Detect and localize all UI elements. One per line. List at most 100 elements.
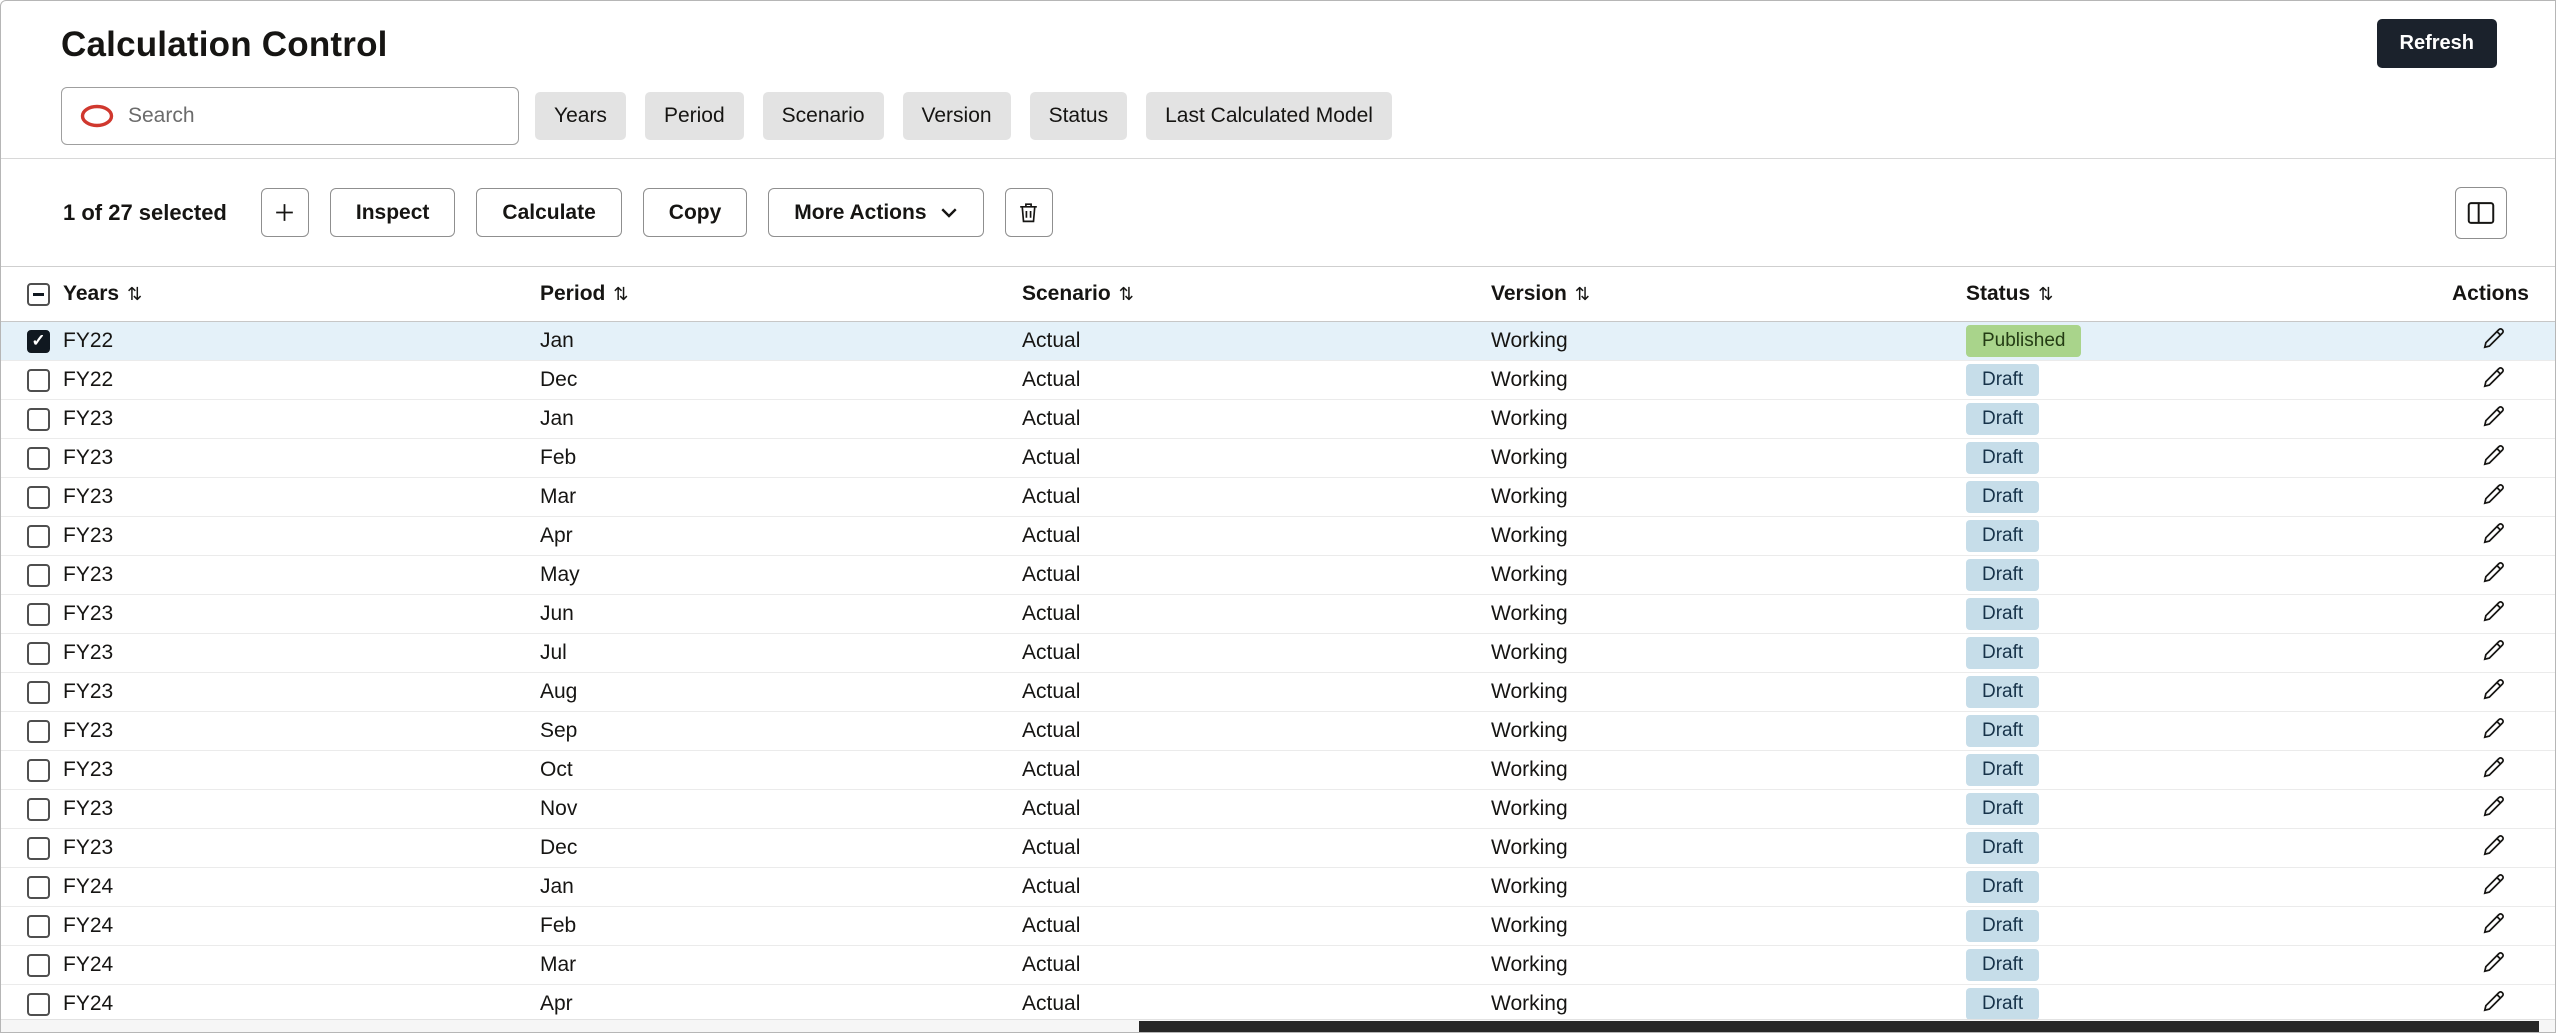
- split-panel-icon: [2467, 201, 2495, 225]
- search-box[interactable]: [61, 87, 519, 145]
- edit-pencil-icon[interactable]: [2481, 832, 2507, 858]
- row-checkbox[interactable]: [27, 407, 50, 431]
- filter-chip-version[interactable]: Version: [902, 92, 1011, 140]
- horizontal-scrollbar[interactable]: [1, 1019, 2555, 1032]
- filter-chip-status[interactable]: Status: [1029, 92, 1128, 140]
- table-row[interactable]: FY23 Jan Actual Working Draft: [1, 400, 2555, 439]
- table-row[interactable]: FY23 Jun Actual Working Draft: [1, 595, 2555, 634]
- cell-period: Jan: [540, 875, 574, 898]
- table-row[interactable]: FY23 Aug Actual Working Draft: [1, 673, 2555, 712]
- cell-version: Working: [1491, 758, 1568, 781]
- edit-pencil-icon[interactable]: [2481, 520, 2507, 546]
- status-badge: Draft: [1966, 442, 2040, 474]
- column-header-status: Status: [1966, 282, 2031, 305]
- page-header: Calculation Control Refresh Years Period…: [1, 1, 2555, 159]
- edit-pencil-icon[interactable]: [2481, 403, 2507, 429]
- filter-chip-years[interactable]: Years: [535, 92, 626, 140]
- edit-pencil-icon[interactable]: [2481, 364, 2507, 390]
- row-checkbox[interactable]: [27, 641, 50, 665]
- table-row[interactable]: FY24 Feb Actual Working Draft: [1, 907, 2555, 946]
- row-checkbox[interactable]: [27, 758, 50, 782]
- table-row[interactable]: FY23 Nov Actual Working Draft: [1, 790, 2555, 829]
- table-row[interactable]: FY23 Feb Actual Working Draft: [1, 439, 2555, 478]
- add-button[interactable]: [260, 188, 309, 237]
- table-row[interactable]: FY24 Mar Actual Working Draft: [1, 946, 2555, 985]
- status-badge: Draft: [1966, 832, 2040, 864]
- row-checkbox[interactable]: [27, 329, 50, 353]
- edit-pencil-icon[interactable]: [2481, 598, 2507, 624]
- table-row[interactable]: FY23 Apr Actual Working Draft: [1, 517, 2555, 556]
- table-row[interactable]: FY24 Jan Actual Working Draft: [1, 868, 2555, 907]
- edit-pencil-icon[interactable]: [2481, 559, 2507, 585]
- edit-pencil-icon[interactable]: [2481, 715, 2507, 741]
- edit-pencil-icon[interactable]: [2481, 637, 2507, 663]
- table-row[interactable]: FY23 Oct Actual Working Draft: [1, 751, 2555, 790]
- sort-icon-years[interactable]: ⇅: [127, 284, 142, 305]
- row-checkbox[interactable]: [27, 719, 50, 743]
- cell-version: Working: [1491, 719, 1568, 742]
- row-checkbox[interactable]: [27, 485, 50, 509]
- refresh-button[interactable]: Refresh: [2376, 19, 2497, 68]
- cell-version: Working: [1491, 329, 1568, 352]
- filter-chip-scenario[interactable]: Scenario: [762, 92, 884, 140]
- row-checkbox[interactable]: [27, 563, 50, 587]
- row-checkbox[interactable]: [27, 836, 50, 860]
- cell-period: Feb: [540, 914, 577, 937]
- cell-years: FY23: [63, 758, 114, 781]
- more-actions-button[interactable]: More Actions: [768, 188, 984, 237]
- sort-icon-status[interactable]: ⇅: [2038, 284, 2053, 305]
- sort-icon-scenario[interactable]: ⇅: [1119, 284, 1134, 305]
- table-row[interactable]: FY22 Dec Actual Working Draft: [1, 361, 2555, 400]
- table-row[interactable]: FY23 Jul Actual Working Draft: [1, 634, 2555, 673]
- edit-pencil-icon[interactable]: [2481, 871, 2507, 897]
- row-checkbox[interactable]: [27, 797, 50, 821]
- row-checkbox[interactable]: [27, 953, 50, 977]
- calculate-button[interactable]: Calculate: [476, 188, 622, 237]
- edit-pencil-icon[interactable]: [2481, 442, 2507, 468]
- filter-chip-period[interactable]: Period: [644, 92, 744, 140]
- row-checkbox[interactable]: [27, 875, 50, 899]
- edit-pencil-icon[interactable]: [2481, 676, 2507, 702]
- edit-pencil-icon[interactable]: [2481, 754, 2507, 780]
- cell-scenario: Actual: [1022, 407, 1081, 430]
- sort-icon-version[interactable]: ⇅: [1575, 284, 1590, 305]
- cell-period: Apr: [540, 524, 573, 547]
- select-all-checkbox[interactable]: [27, 282, 50, 306]
- row-checkbox[interactable]: [27, 914, 50, 938]
- filter-chip-last-calculated-model[interactable]: Last Calculated Model: [1146, 92, 1392, 140]
- table-row[interactable]: FY23 Sep Actual Working Draft: [1, 712, 2555, 751]
- selection-count: 1 of 27 selected: [63, 199, 227, 225]
- row-checkbox[interactable]: [27, 602, 50, 626]
- row-checkbox[interactable]: [27, 368, 50, 392]
- edit-pencil-icon[interactable]: [2481, 793, 2507, 819]
- cell-period: Jan: [540, 407, 574, 430]
- edit-pencil-icon[interactable]: [2481, 949, 2507, 975]
- toggle-panel-button[interactable]: [2455, 186, 2507, 239]
- edit-pencil-icon[interactable]: [2481, 910, 2507, 936]
- row-checkbox[interactable]: [27, 680, 50, 704]
- sort-icon-period[interactable]: ⇅: [613, 284, 628, 305]
- table-row[interactable]: FY23 Mar Actual Working Draft: [1, 478, 2555, 517]
- horizontal-scrollbar-thumb[interactable]: [1139, 1021, 2539, 1032]
- row-checkbox[interactable]: [27, 992, 50, 1016]
- edit-pencil-icon[interactable]: [2481, 988, 2507, 1014]
- status-badge: Draft: [1966, 793, 2040, 825]
- inspect-button[interactable]: Inspect: [329, 188, 456, 237]
- edit-pencil-icon[interactable]: [2481, 481, 2507, 507]
- search-input[interactable]: [128, 104, 500, 128]
- table-row[interactable]: FY23 Dec Actual Working Draft: [1, 829, 2555, 868]
- cell-period: May: [540, 563, 580, 586]
- delete-button[interactable]: [1004, 188, 1053, 237]
- trash-icon: [1016, 200, 1041, 225]
- copy-button[interactable]: Copy: [642, 188, 748, 237]
- table-row[interactable]: FY23 May Actual Working Draft: [1, 556, 2555, 595]
- table-row[interactable]: FY22 Jan Actual Working Published: [1, 322, 2555, 361]
- row-checkbox[interactable]: [27, 524, 50, 548]
- cell-years: FY23: [63, 446, 114, 469]
- row-checkbox[interactable]: [27, 446, 50, 470]
- cell-version: Working: [1491, 446, 1568, 469]
- cell-scenario: Actual: [1022, 524, 1081, 547]
- cell-version: Working: [1491, 563, 1568, 586]
- cell-period: Feb: [540, 446, 577, 469]
- edit-pencil-icon[interactable]: [2481, 325, 2507, 351]
